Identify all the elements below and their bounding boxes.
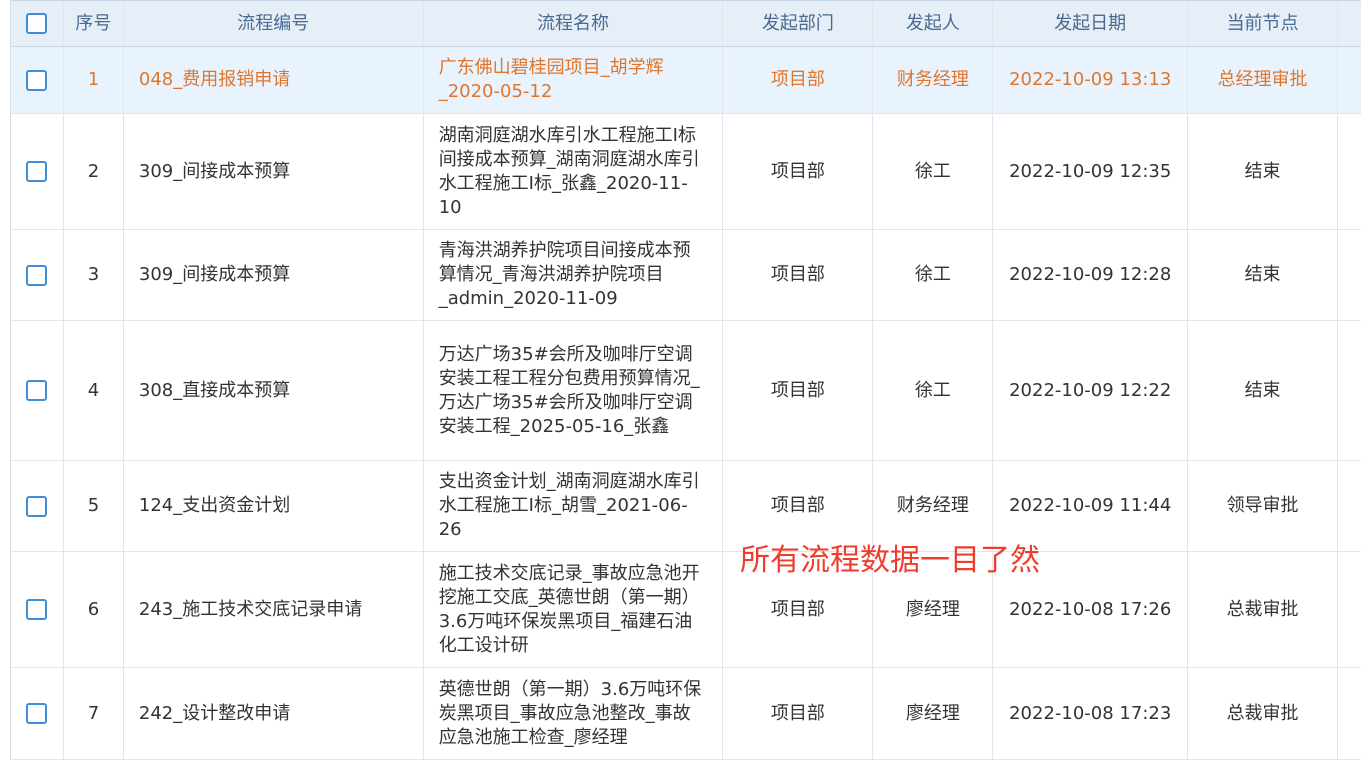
row-checkbox[interactable] [26, 599, 48, 620]
row-node: 结束 [1188, 114, 1339, 229]
row-checkbox[interactable] [26, 69, 48, 91]
row-dept: 项目部 [723, 230, 874, 320]
row-initiator: 财务经理 [873, 461, 994, 551]
row-date: 2022-10-09 12:22 [993, 321, 1189, 460]
table-row[interactable]: 4 308_直接成本预算 万达广场35#会所及咖啡厅空调安装工程工程分包费用预算… [11, 321, 1361, 461]
row-checkbox[interactable] [26, 161, 48, 182]
row-code: 308_直接成本预算 [124, 321, 424, 460]
promo-overlay-text: 所有流程数据一目了然 [740, 543, 1040, 578]
row-code: 242_设计整改申请 [124, 668, 424, 759]
row-name: 万达广场35#会所及咖啡厅空调安装工程工程分包费用预算情况_万达广场35#会所及… [424, 321, 724, 460]
row-seq: 6 [64, 552, 124, 667]
row-name: 湖南洞庭湖水库引水工程施工I标间接成本预算_湖南洞庭湖水库引水工程施工I标_张鑫… [424, 114, 724, 229]
header-code[interactable]: 流程编号 [124, 1, 424, 46]
row-date: 2022-10-09 12:28 [993, 230, 1189, 320]
row-name: 广东佛山碧桂园项目_胡学辉_2020-05-12 [424, 47, 724, 113]
row-dept: 项目部 [723, 461, 874, 551]
row-checkbox-cell [11, 668, 64, 759]
row-code: 309_间接成本预算 [124, 114, 424, 229]
row-initiator: 徐工 [873, 230, 994, 320]
row-checkbox-cell [11, 461, 64, 551]
select-all-checkbox[interactable] [26, 13, 48, 34]
row-checkbox-cell [11, 552, 64, 667]
row-filler [1338, 230, 1361, 320]
row-node: 总裁审批 [1188, 552, 1339, 667]
table-row[interactable]: 1 048_费用报销申请 广东佛山碧桂园项目_胡学辉_2020-05-12 项目… [11, 47, 1361, 114]
row-date: 2022-10-08 17:23 [993, 668, 1189, 759]
row-checkbox[interactable] [26, 380, 48, 401]
row-name: 施工技术交底记录_事故应急池开挖施工交底_英德世朗（第一期）3.6万吨环保炭黑项… [424, 552, 724, 667]
row-dept: 项目部 [723, 321, 874, 460]
row-seq: 7 [64, 668, 124, 759]
process-grid: 序号 流程编号 流程名称 发起部门 发起人 发起日期 当前节点 1 048_费用… [10, 0, 1361, 760]
row-checkbox-cell [11, 321, 64, 460]
header-node[interactable]: 当前节点 [1188, 1, 1339, 46]
row-seq: 3 [64, 230, 124, 320]
row-seq: 2 [64, 114, 124, 229]
row-dept: 项目部 [723, 114, 874, 229]
row-seq: 5 [64, 461, 124, 551]
row-initiator: 廖经理 [873, 668, 994, 759]
row-seq: 1 [64, 47, 124, 113]
row-dept: 项目部 [723, 47, 874, 113]
row-filler [1338, 114, 1361, 229]
row-code: 309_间接成本预算 [124, 230, 424, 320]
row-code: 048_费用报销申请 [124, 47, 424, 113]
table-row[interactable]: 3 309_间接成本预算 青海洪湖养护院项目间接成本预算情况_青海洪湖养护院项目… [11, 230, 1361, 321]
row-name: 英德世朗（第一期）3.6万吨环保炭黑项目_事故应急池整改_事故应急池施工检查_廖… [424, 668, 724, 759]
row-code: 243_施工技术交底记录申请 [124, 552, 424, 667]
row-date: 2022-10-09 11:44 [993, 461, 1189, 551]
table-row[interactable]: 7 242_设计整改申请 英德世朗（第一期）3.6万吨环保炭黑项目_事故应急池整… [11, 668, 1361, 760]
row-node: 结束 [1188, 321, 1339, 460]
row-initiator: 徐工 [873, 114, 994, 229]
row-date: 2022-10-09 13:13 [993, 47, 1189, 113]
row-checkbox-cell [11, 230, 64, 320]
row-date: 2022-10-09 12:35 [993, 114, 1189, 229]
row-filler [1338, 552, 1361, 667]
row-node: 总经理审批 [1188, 47, 1339, 113]
row-name: 支出资金计划_湖南洞庭湖水库引水工程施工I标_胡雪_2021-06-26 [424, 461, 724, 551]
grid-header: 序号 流程编号 流程名称 发起部门 发起人 发起日期 当前节点 [11, 0, 1361, 47]
row-filler [1338, 461, 1361, 551]
header-name[interactable]: 流程名称 [424, 1, 724, 46]
header-dept[interactable]: 发起部门 [723, 1, 874, 46]
header-checkbox-cell [11, 1, 64, 46]
row-name: 青海洪湖养护院项目间接成本预算情况_青海洪湖养护院项目_admin_2020-1… [424, 230, 724, 320]
row-checkbox-cell [11, 47, 64, 113]
row-checkbox-cell [11, 114, 64, 229]
row-filler [1338, 321, 1361, 460]
row-dept: 项目部 [723, 668, 874, 759]
row-initiator: 徐工 [873, 321, 994, 460]
row-node: 结束 [1188, 230, 1339, 320]
row-filler [1338, 47, 1361, 113]
header-date[interactable]: 发起日期 [993, 1, 1189, 46]
header-initiator[interactable]: 发起人 [873, 1, 994, 46]
row-node: 领导审批 [1188, 461, 1339, 551]
row-checkbox[interactable] [26, 264, 48, 286]
row-code: 124_支出资金计划 [124, 461, 424, 551]
row-initiator: 财务经理 [873, 47, 994, 113]
row-checkbox[interactable] [26, 495, 48, 517]
row-filler [1338, 668, 1361, 759]
table-row[interactable]: 2 309_间接成本预算 湖南洞庭湖水库引水工程施工I标间接成本预算_湖南洞庭湖… [11, 114, 1361, 230]
header-filler [1338, 1, 1361, 46]
row-seq: 4 [64, 321, 124, 460]
table-row[interactable]: 6 243_施工技术交底记录申请 施工技术交底记录_事故应急池开挖施工交底_英德… [11, 552, 1361, 668]
row-checkbox[interactable] [26, 703, 48, 724]
header-seq[interactable]: 序号 [64, 1, 124, 46]
table-row[interactable]: 5 124_支出资金计划 支出资金计划_湖南洞庭湖水库引水工程施工I标_胡雪_2… [11, 461, 1361, 552]
row-node: 总裁审批 [1188, 668, 1339, 759]
